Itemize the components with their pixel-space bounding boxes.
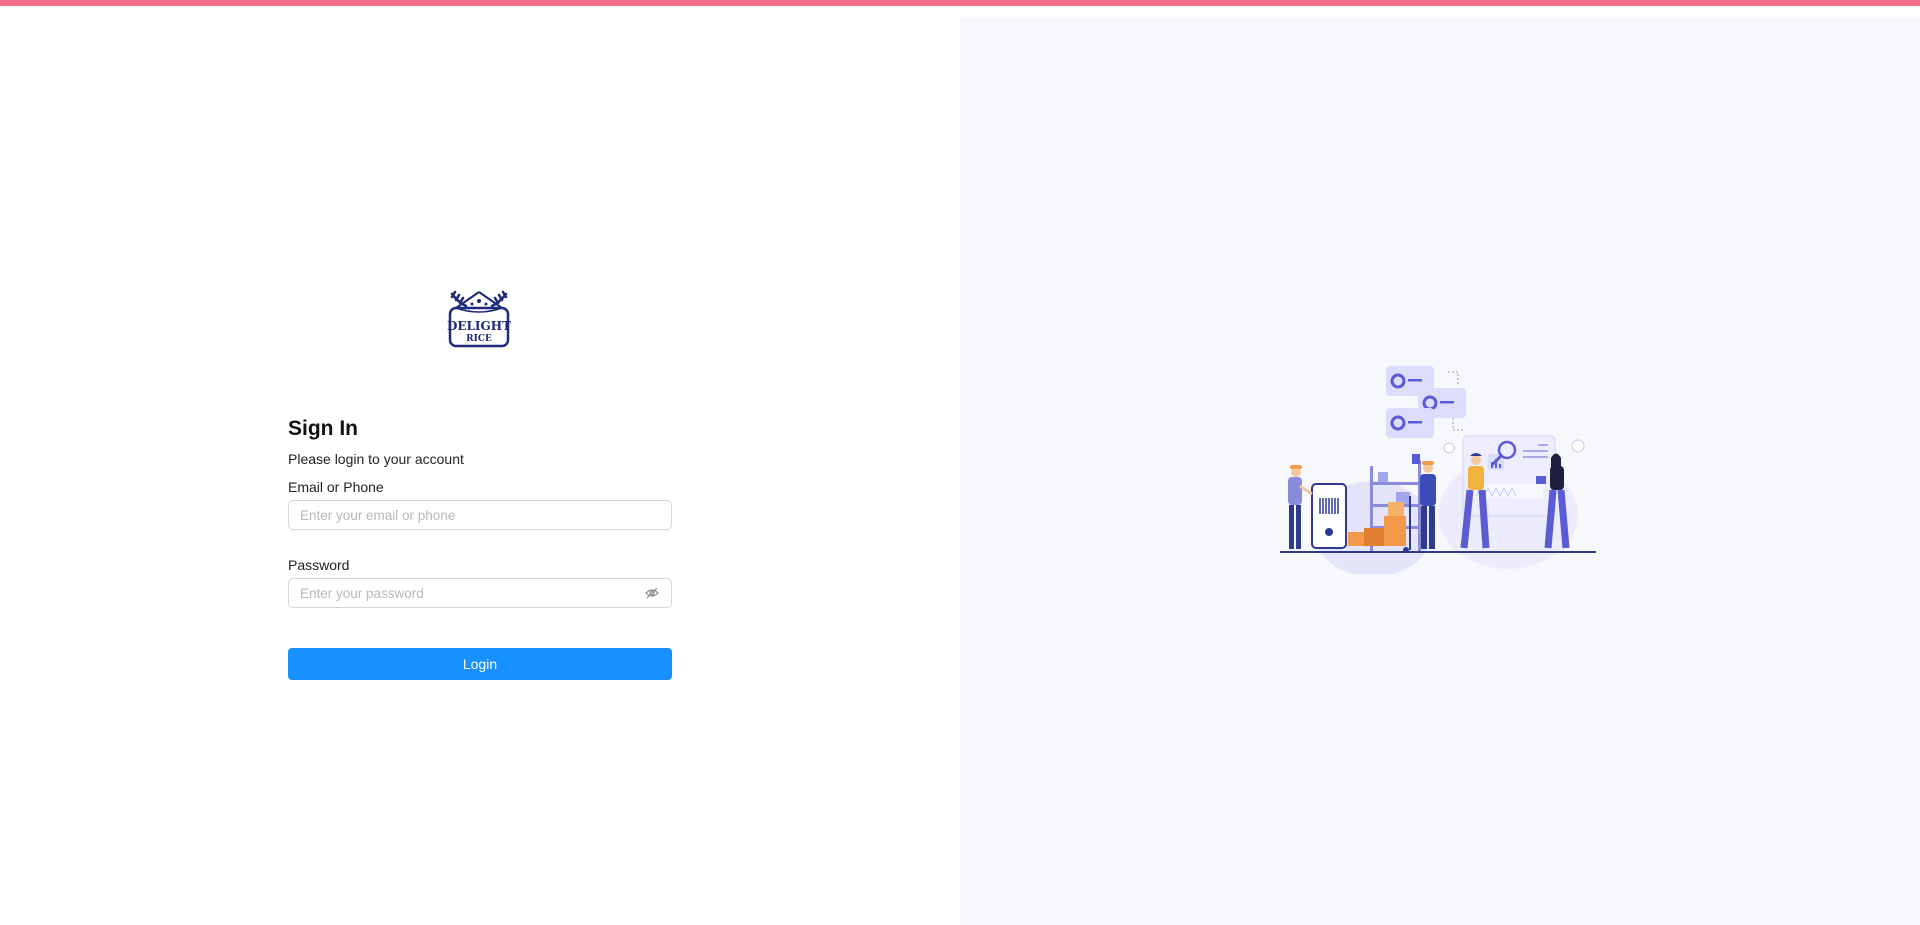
password-input[interactable] — [289, 579, 671, 607]
dashboard-cards — [1386, 366, 1466, 438]
logo-text-line1: DELIGHT — [447, 319, 511, 333]
page-title: Sign In — [288, 417, 358, 440]
warehouse-inventory-illustration — [1280, 366, 1596, 574]
illustration-panel — [960, 18, 1920, 925]
login-button[interactable]: Login — [288, 648, 672, 680]
email-label: Email or Phone — [288, 479, 384, 495]
login-form: Sign In Please login to your account Ema… — [288, 416, 672, 680]
password-field-wrapper — [288, 578, 672, 608]
email-field-wrapper — [288, 500, 672, 530]
password-label: Password — [288, 557, 350, 573]
eye-invisible-icon[interactable] — [645, 587, 659, 599]
email-input[interactable] — [289, 501, 671, 529]
delight-rice-logo: DELIGHT RICE — [447, 290, 511, 348]
page-subtitle: Please login to your account — [288, 451, 464, 467]
login-panel: DELIGHT RICE Sign In Please login to you… — [0, 6, 960, 925]
worker-figure — [1288, 465, 1313, 549]
logo-text-line2: RICE — [466, 334, 492, 344]
